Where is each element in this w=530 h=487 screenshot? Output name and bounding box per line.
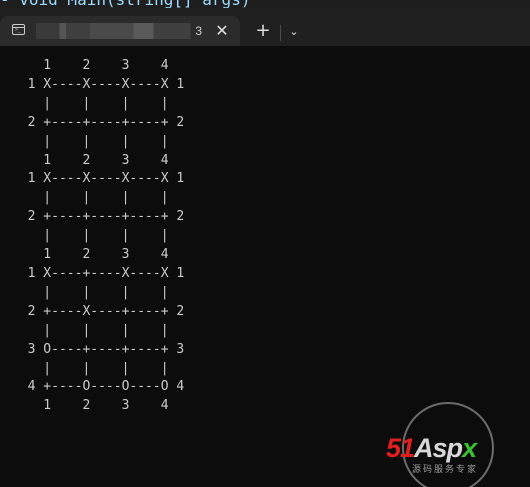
terminal-line: | | | | bbox=[12, 322, 169, 338]
terminal-icon-prompt: >_ bbox=[15, 27, 22, 33]
terminal-tab[interactable]: >_ 3 ✕ bbox=[0, 16, 240, 46]
terminal-line: 1 2 3 4 bbox=[12, 247, 169, 263]
terminal-line: | | | | bbox=[12, 95, 169, 111]
terminal-line: | | | | bbox=[12, 228, 169, 244]
watermark-logo-text: 51Aspx bbox=[386, 433, 477, 463]
terminal-line: | | | | bbox=[12, 133, 169, 149]
terminal-line: 1 2 3 4 bbox=[12, 152, 169, 168]
terminal-line: 1 X----X----X----X 1 bbox=[12, 171, 185, 187]
background-code-editor: - void Main(string[] args) bbox=[0, 0, 530, 8]
terminal-line: | | | | bbox=[12, 284, 169, 300]
site-watermark-logo: 51Aspx 源码服务专家 bbox=[386, 402, 516, 487]
terminal-output: 1 2 3 4 1 X----X----X----X 1 | | | | 2 +… bbox=[12, 57, 185, 416]
tab-bar-divider bbox=[280, 25, 281, 41]
watermark-logo-word: Asp bbox=[414, 433, 463, 463]
plus-icon[interactable]: + bbox=[250, 19, 276, 45]
tab-title-text: 3 bbox=[195, 24, 202, 38]
terminal-line: 2 +----+----+----+ 2 bbox=[12, 209, 185, 225]
terminal-line: 2 +----+----+----+ 2 bbox=[12, 114, 185, 130]
terminal-line: | | | | bbox=[12, 360, 169, 376]
terminal-line: 4 +----O----O----O 4 bbox=[12, 379, 185, 395]
terminal-line: 3 O----+----+----+ 3 bbox=[12, 341, 185, 357]
watermark-tagline: 源码服务专家 bbox=[412, 465, 479, 475]
background-code-line: - void Main(string[] args) bbox=[0, 0, 250, 8]
terminal-line: 2 +----X----+----+ 2 bbox=[12, 303, 185, 319]
watermark-logo-number: 51 bbox=[386, 433, 415, 463]
close-icon[interactable]: ✕ bbox=[210, 19, 234, 43]
terminal-line: 1 X----X----X----X 1 bbox=[12, 76, 185, 92]
terminal-line: 1 2 3 4 bbox=[12, 398, 169, 414]
tab-title-redacted: 3 bbox=[36, 23, 204, 39]
terminal-icon: >_ bbox=[12, 24, 25, 35]
terminal-tab-bar: >_ 3 ✕ + ⌄ bbox=[0, 8, 530, 46]
chevron-down-icon[interactable]: ⌄ bbox=[284, 19, 304, 45]
terminal-line: 1 2 3 4 bbox=[12, 58, 169, 73]
terminal-line: 1 X----+----X----X 1 bbox=[12, 265, 185, 281]
watermark-logo-x: x bbox=[462, 433, 477, 463]
terminal-line: | | | | bbox=[12, 190, 169, 206]
